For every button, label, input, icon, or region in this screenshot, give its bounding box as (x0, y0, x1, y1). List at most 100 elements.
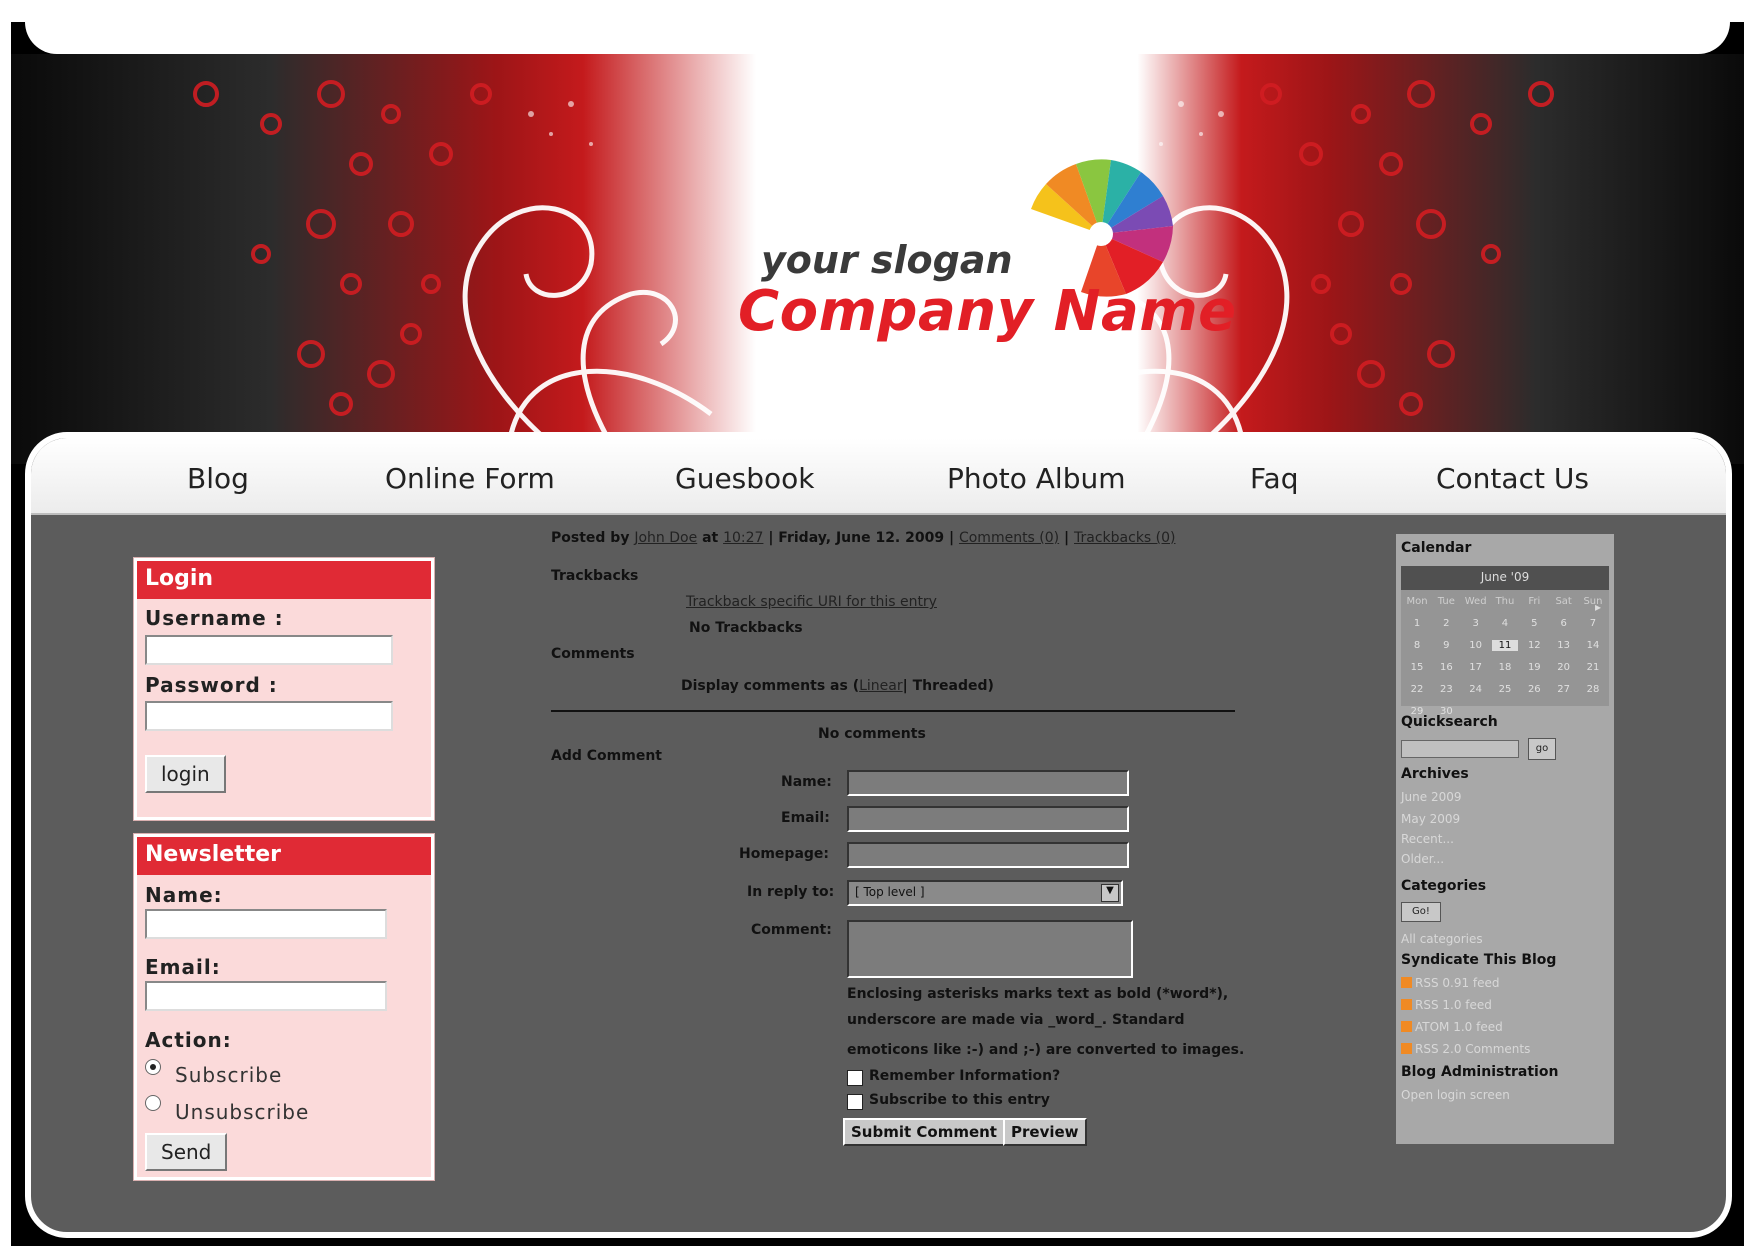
all-categories-link[interactable]: All categories (1401, 932, 1483, 946)
submit-comment-button[interactable]: Submit Comment (843, 1118, 1005, 1146)
posted-by-label: Posted by (551, 530, 630, 546)
comment-email-label: Email: (781, 810, 830, 826)
nav-blog[interactable]: Blog (187, 462, 249, 495)
calendar-day: 18 (1498, 661, 1512, 673)
entry-meta: Posted by John Doe at 10:27 | Friday, Ju… (551, 530, 1176, 546)
page-frame: your slogan Company Name Blog Online For… (11, 22, 1744, 1246)
day-wed: Wed (1464, 595, 1487, 607)
in-reply-to-label: In reply to: (747, 884, 835, 900)
archive-link[interactable]: June 2009 (1401, 790, 1462, 804)
linear-link[interactable]: Linear (859, 678, 903, 694)
calendar-day: 7 (1589, 617, 1597, 629)
calendar-day: 10 (1469, 639, 1483, 651)
subscribe-label: Subscribe (175, 1063, 283, 1087)
chevron-down-icon[interactable]: ▼ (1101, 884, 1119, 902)
archive-link[interactable]: Recent... (1401, 832, 1454, 846)
calendar-day: 6 (1560, 617, 1567, 629)
calendar: June '09 ▸ Mon Tue Wed Thu Fri Sat Sun 1… (1401, 566, 1609, 717)
calendar-day: 4 (1501, 617, 1509, 629)
content-area: Blog Online Form Guesbook Photo Album Fa… (25, 432, 1732, 1238)
header-banner: your slogan Company Name (11, 54, 1744, 464)
subscribe-radio[interactable] (145, 1059, 161, 1075)
comment-homepage-label: Homepage: (739, 846, 830, 862)
send-button[interactable]: Send (145, 1133, 228, 1171)
calendar-day: 1 (1413, 617, 1421, 629)
quicksearch-input[interactable] (1401, 740, 1519, 758)
feed-label: RSS 1.0 feed (1415, 998, 1492, 1012)
feed-label: RSS 0.91 feed (1415, 976, 1500, 990)
feed-link[interactable]: RSS 1.0 feed (1401, 998, 1492, 1012)
feed-link[interactable]: ATOM 1.0 feed (1401, 1020, 1503, 1034)
trackbacks-link[interactable]: Trackbacks (0) (1074, 530, 1175, 546)
markup-help-1: Enclosing asterisks marks text as bold (… (847, 986, 1229, 1002)
markup-help-3: emoticons like :-) and ;-) are converted… (847, 1042, 1245, 1058)
in-reply-to-select[interactable]: [ Top level ] ▼ (847, 880, 1123, 906)
calendar-day: 21 (1586, 661, 1600, 673)
slogan: your slogan (761, 238, 1013, 282)
username-input[interactable] (145, 635, 393, 665)
unsubscribe-label: Unsubscribe (175, 1100, 310, 1124)
password-label: Password : (145, 673, 278, 697)
day-tue: Tue (1437, 595, 1455, 607)
archive-link[interactable]: Older... (1401, 852, 1444, 866)
blog-entry: Posted by John Doe at 10:27 | Friday, Ju… (551, 530, 1251, 1230)
login-title: Login (137, 561, 431, 599)
feed-link[interactable]: RSS 0.91 feed (1401, 976, 1500, 990)
syndicate-title: Syndicate This Blog (1401, 952, 1557, 968)
comment-name-label: Name: (781, 774, 832, 790)
remember-info-label: Remember Information? (869, 1068, 1061, 1084)
calendar-day: 28 (1586, 683, 1600, 695)
calendar-day: 9 (1443, 639, 1450, 651)
preview-button[interactable]: Preview (1003, 1118, 1087, 1146)
nav-faq[interactable]: Faq (1250, 462, 1298, 495)
quicksearch-go-button[interactable]: go (1528, 738, 1556, 760)
trackback-uri-link[interactable]: Trackback specific URI for this entry (686, 594, 937, 610)
calendar-day: 8 (1413, 639, 1421, 651)
logo-swirl-icon (1031, 159, 1173, 297)
markup-help-2: underscore are made via _word_. Standard (847, 1012, 1185, 1028)
quicksearch-title: Quicksearch (1401, 714, 1498, 730)
day-fri: Fri (1528, 595, 1541, 607)
calendar-day: 5 (1531, 617, 1538, 629)
nav-photo-album[interactable]: Photo Album (947, 462, 1126, 495)
rss-icon (1401, 977, 1412, 988)
nav-guesbook[interactable]: Guesbook (675, 462, 815, 495)
threaded-link[interactable]: | Threaded) (903, 678, 994, 694)
time-link[interactable]: 10:27 (723, 530, 763, 546)
author-link[interactable]: John Doe (634, 530, 697, 546)
company-name: Company Name (738, 279, 1237, 344)
comments-link[interactable]: Comments (0) (959, 530, 1059, 546)
newsletter-email-input[interactable] (145, 981, 387, 1011)
comment-homepage-input[interactable] (847, 842, 1129, 868)
calendar-day: 13 (1557, 639, 1570, 651)
nav-contact-us[interactable]: Contact Us (1436, 462, 1589, 495)
calendar-day: 22 (1410, 683, 1424, 695)
calendar-day-today[interactable]: 11 (1491, 639, 1518, 651)
calendar-day: 17 (1469, 661, 1483, 673)
nav-online-form[interactable]: Online Form (385, 462, 555, 495)
comment-name-input[interactable] (847, 770, 1129, 796)
login-button[interactable]: login (145, 755, 226, 793)
calendar-day: 14 (1586, 639, 1600, 651)
password-input[interactable] (145, 701, 393, 731)
calendar-day: 24 (1469, 683, 1483, 695)
comment-textarea[interactable] (847, 920, 1133, 978)
remember-info-checkbox[interactable] (847, 1070, 863, 1086)
feed-link[interactable]: RSS 2.0 Comments (1401, 1042, 1530, 1056)
calendar-day: 16 (1439, 661, 1453, 673)
newsletter-name-input[interactable] (145, 909, 387, 939)
archive-link[interactable]: May 2009 (1401, 812, 1460, 826)
open-login-link[interactable]: Open login screen (1401, 1088, 1510, 1102)
divider (551, 710, 1235, 712)
newsletter-email-label: Email: (145, 955, 221, 979)
calendar-day: 26 (1527, 683, 1541, 695)
categories-go-button[interactable]: Go! (1401, 902, 1441, 922)
calendar-header: June '09 ▸ (1401, 566, 1609, 614)
meta-separator: | (1064, 530, 1070, 546)
comment-email-input[interactable] (847, 806, 1129, 832)
unsubscribe-radio[interactable] (145, 1095, 161, 1111)
subscribe-entry-checkbox[interactable] (847, 1094, 863, 1110)
feed-label: ATOM 1.0 feed (1415, 1020, 1503, 1034)
calendar-next-icon[interactable]: ▸ (1595, 600, 1601, 614)
calendar-day: 2 (1443, 617, 1450, 629)
